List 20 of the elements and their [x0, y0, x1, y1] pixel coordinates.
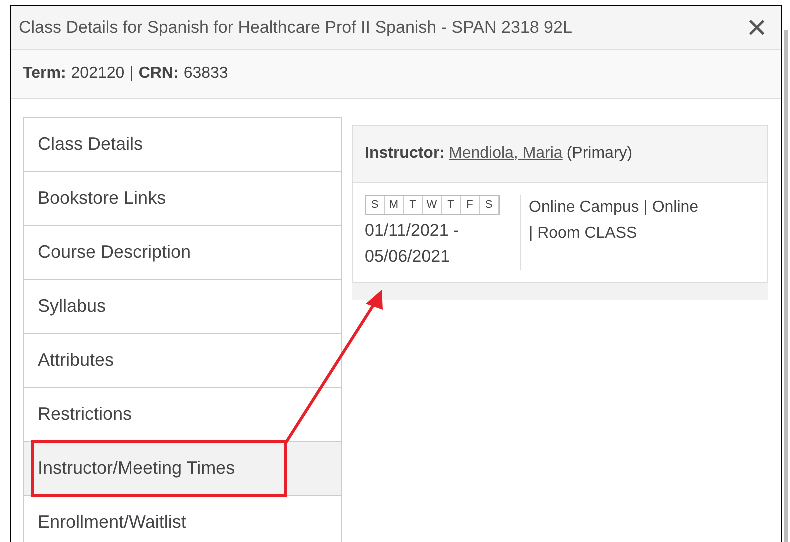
date-range: 01/11/2021 - 05/06/2021: [365, 220, 460, 268]
sidebar-item[interactable]: Syllabus: [23, 280, 342, 334]
window-title: Class Details for Spanish for Healthcare Prof II Spanish - SPAN 2318 92L: [19, 16, 572, 39]
sidebar-item[interactable]: Attributes: [23, 334, 342, 388]
sidebar-item[interactable]: Restrictions: [23, 388, 342, 442]
sidebar-item[interactable]: Bookstore Links: [23, 172, 342, 226]
sidebar-item[interactable]: Course Description: [23, 226, 342, 280]
instructor-label: Instructor:: [365, 144, 445, 164]
instructor-link[interactable]: Mendiola, Maria: [449, 142, 563, 166]
location-text: Online Campus | Online | Room CLASS: [528, 198, 699, 244]
role-text: (Primary): [566, 144, 633, 164]
close-button[interactable]: ×: [747, 10, 767, 44]
sidebar-item[interactable]: Instructor/Meeting Times: [23, 442, 342, 496]
crn-label: CRN:: [138, 64, 179, 84]
separator: |: [130, 64, 134, 84]
sidebar-item[interactable]: Enrollment/Waitlist: [23, 496, 342, 542]
crn-value: 63833: [184, 64, 228, 84]
sidebar-item[interactable]: Class Details: [23, 118, 342, 172]
term-label: Term:: [23, 64, 66, 84]
term-value: 202120: [71, 64, 125, 84]
